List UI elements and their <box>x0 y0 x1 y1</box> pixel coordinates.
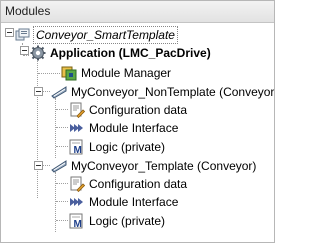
tree-item-configuration-data[interactable]: Configuration data <box>69 174 187 194</box>
tree-item-module-interface[interactable]: Module Interface <box>69 118 178 138</box>
tree-line <box>38 73 60 74</box>
tree-item-configuration-data[interactable]: Configuration data <box>69 100 187 120</box>
tree-line <box>56 127 68 128</box>
project-icon <box>15 27 31 43</box>
tree-item-module-manager[interactable]: Module Manager <box>61 63 171 83</box>
tree-item-label: Logic (private) <box>89 140 166 154</box>
tree-item-module-interface[interactable]: Module Interface <box>69 192 178 212</box>
tree-item-label: Conveyor_SmartTemplate <box>33 26 178 44</box>
tree-line <box>56 183 68 184</box>
module-tree: Conveyor_SmartTemplate Application (LMC_… <box>1 23 274 242</box>
conveyor-icon <box>51 158 67 174</box>
tree-item-label: Configuration data <box>89 177 188 191</box>
tree-item-label: Module Manager <box>81 66 172 80</box>
module-interface-icon <box>69 120 85 136</box>
tree-item-label: Module Interface <box>89 195 179 209</box>
collapse-toggle[interactable] <box>20 46 29 55</box>
tree-item-label: Logic (private) <box>89 214 166 228</box>
panel-header: Modules <box>1 1 274 23</box>
collapse-toggle[interactable] <box>34 87 43 96</box>
tree-line <box>56 201 68 202</box>
tree-item-label: MyConveyor_NonTemplate (Conveyor) <box>71 85 275 99</box>
tree-item-label: Application (LMC_PacDrive) <box>50 46 211 60</box>
modules-panel: Modules Conveyor_SmartTemplate Applicati… <box>0 0 275 243</box>
tree-line <box>56 146 68 147</box>
tree-item-logic-private[interactable]: M Logic (private) <box>69 211 165 231</box>
config-data-icon <box>69 102 86 119</box>
module-manager-icon <box>61 65 77 81</box>
tree-item-label: MyConveyor_Template (Conveyor) <box>71 159 257 173</box>
collapse-toggle[interactable] <box>5 28 14 37</box>
tree-item-logic-private[interactable]: M Logic (private) <box>69 137 165 157</box>
tree-item-label: Configuration data <box>89 103 188 117</box>
tree-item-non-template[interactable]: MyConveyor_NonTemplate (Conveyor) <box>51 82 275 102</box>
tree-item-label: Module Interface <box>89 121 179 135</box>
tree-line <box>56 109 68 110</box>
logic-icon: M <box>69 213 85 230</box>
logic-icon: M <box>69 139 85 156</box>
tree-line <box>55 98 56 158</box>
svg-text:M: M <box>74 145 82 155</box>
config-data-icon <box>69 176 86 193</box>
tree-line <box>37 61 38 198</box>
conveyor-icon <box>51 84 67 100</box>
tree-item-template[interactable]: MyConveyor_Template (Conveyor) <box>51 156 256 176</box>
tree-line <box>43 165 50 166</box>
gear-icon <box>30 45 46 61</box>
tree-item-root[interactable]: Conveyor_SmartTemplate <box>15 25 178 45</box>
tree-item-application[interactable]: Application (LMC_PacDrive) <box>30 43 211 63</box>
collapse-toggle[interactable] <box>34 161 43 170</box>
tree-line <box>56 220 68 221</box>
tree-line <box>43 91 50 92</box>
tree-line <box>23 55 29 56</box>
tree-line <box>55 172 56 232</box>
module-interface-icon <box>69 194 85 210</box>
svg-text:M: M <box>74 219 82 229</box>
